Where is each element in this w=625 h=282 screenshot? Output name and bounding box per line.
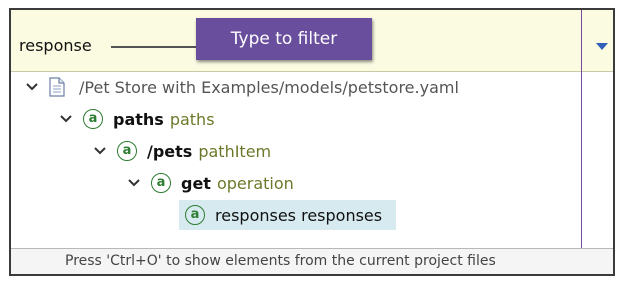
attribute-icon: a: [185, 205, 205, 225]
tree-row-paths[interactable]: a paths paths: [59, 104, 215, 134]
tree-row-pets[interactable]: a /pets pathItem: [93, 136, 271, 166]
chevron-down-icon[interactable]: [93, 144, 107, 158]
filter-bar: response Type to filter: [11, 10, 613, 72]
node-name: paths: [113, 109, 164, 129]
yaml-file-icon: [49, 77, 65, 97]
callout-connector: [111, 46, 201, 48]
node-name: /pets: [147, 141, 193, 161]
node-name: get: [181, 173, 211, 193]
node-type: operation: [216, 173, 294, 193]
status-bar: Press 'Ctrl+O' to show elements from the…: [11, 248, 613, 274]
type-to-filter-callout: Type to filter: [196, 18, 372, 60]
selected-node[interactable]: a responses responses: [179, 200, 397, 230]
attribute-icon: a: [117, 141, 137, 161]
tree-row-root[interactable]: /Pet Store with Examples/models/petstore…: [25, 72, 459, 102]
view-menu-icon[interactable]: [596, 43, 608, 50]
filter-input[interactable]: response: [19, 36, 92, 55]
root-file-path: /Pet Store with Examples/models/petstore…: [79, 77, 459, 97]
tree-row-responses[interactable]: a responses responses: [179, 200, 397, 230]
attribute-icon: a: [151, 173, 171, 193]
attribute-icon: a: [83, 109, 103, 129]
node-type: paths: [169, 109, 215, 129]
outline-tree: /Pet Store with Examples/models/petstore…: [11, 72, 613, 254]
chevron-down-icon[interactable]: [59, 112, 73, 126]
node-type: pathItem: [198, 141, 272, 161]
tree-row-get[interactable]: a get operation: [127, 168, 294, 198]
quick-outline-popup: response Type to filter /Pet Store with …: [9, 8, 615, 276]
chevron-down-icon[interactable]: [25, 80, 39, 94]
chevron-down-icon[interactable]: [127, 176, 141, 190]
node-label: responses responses: [215, 205, 383, 225]
